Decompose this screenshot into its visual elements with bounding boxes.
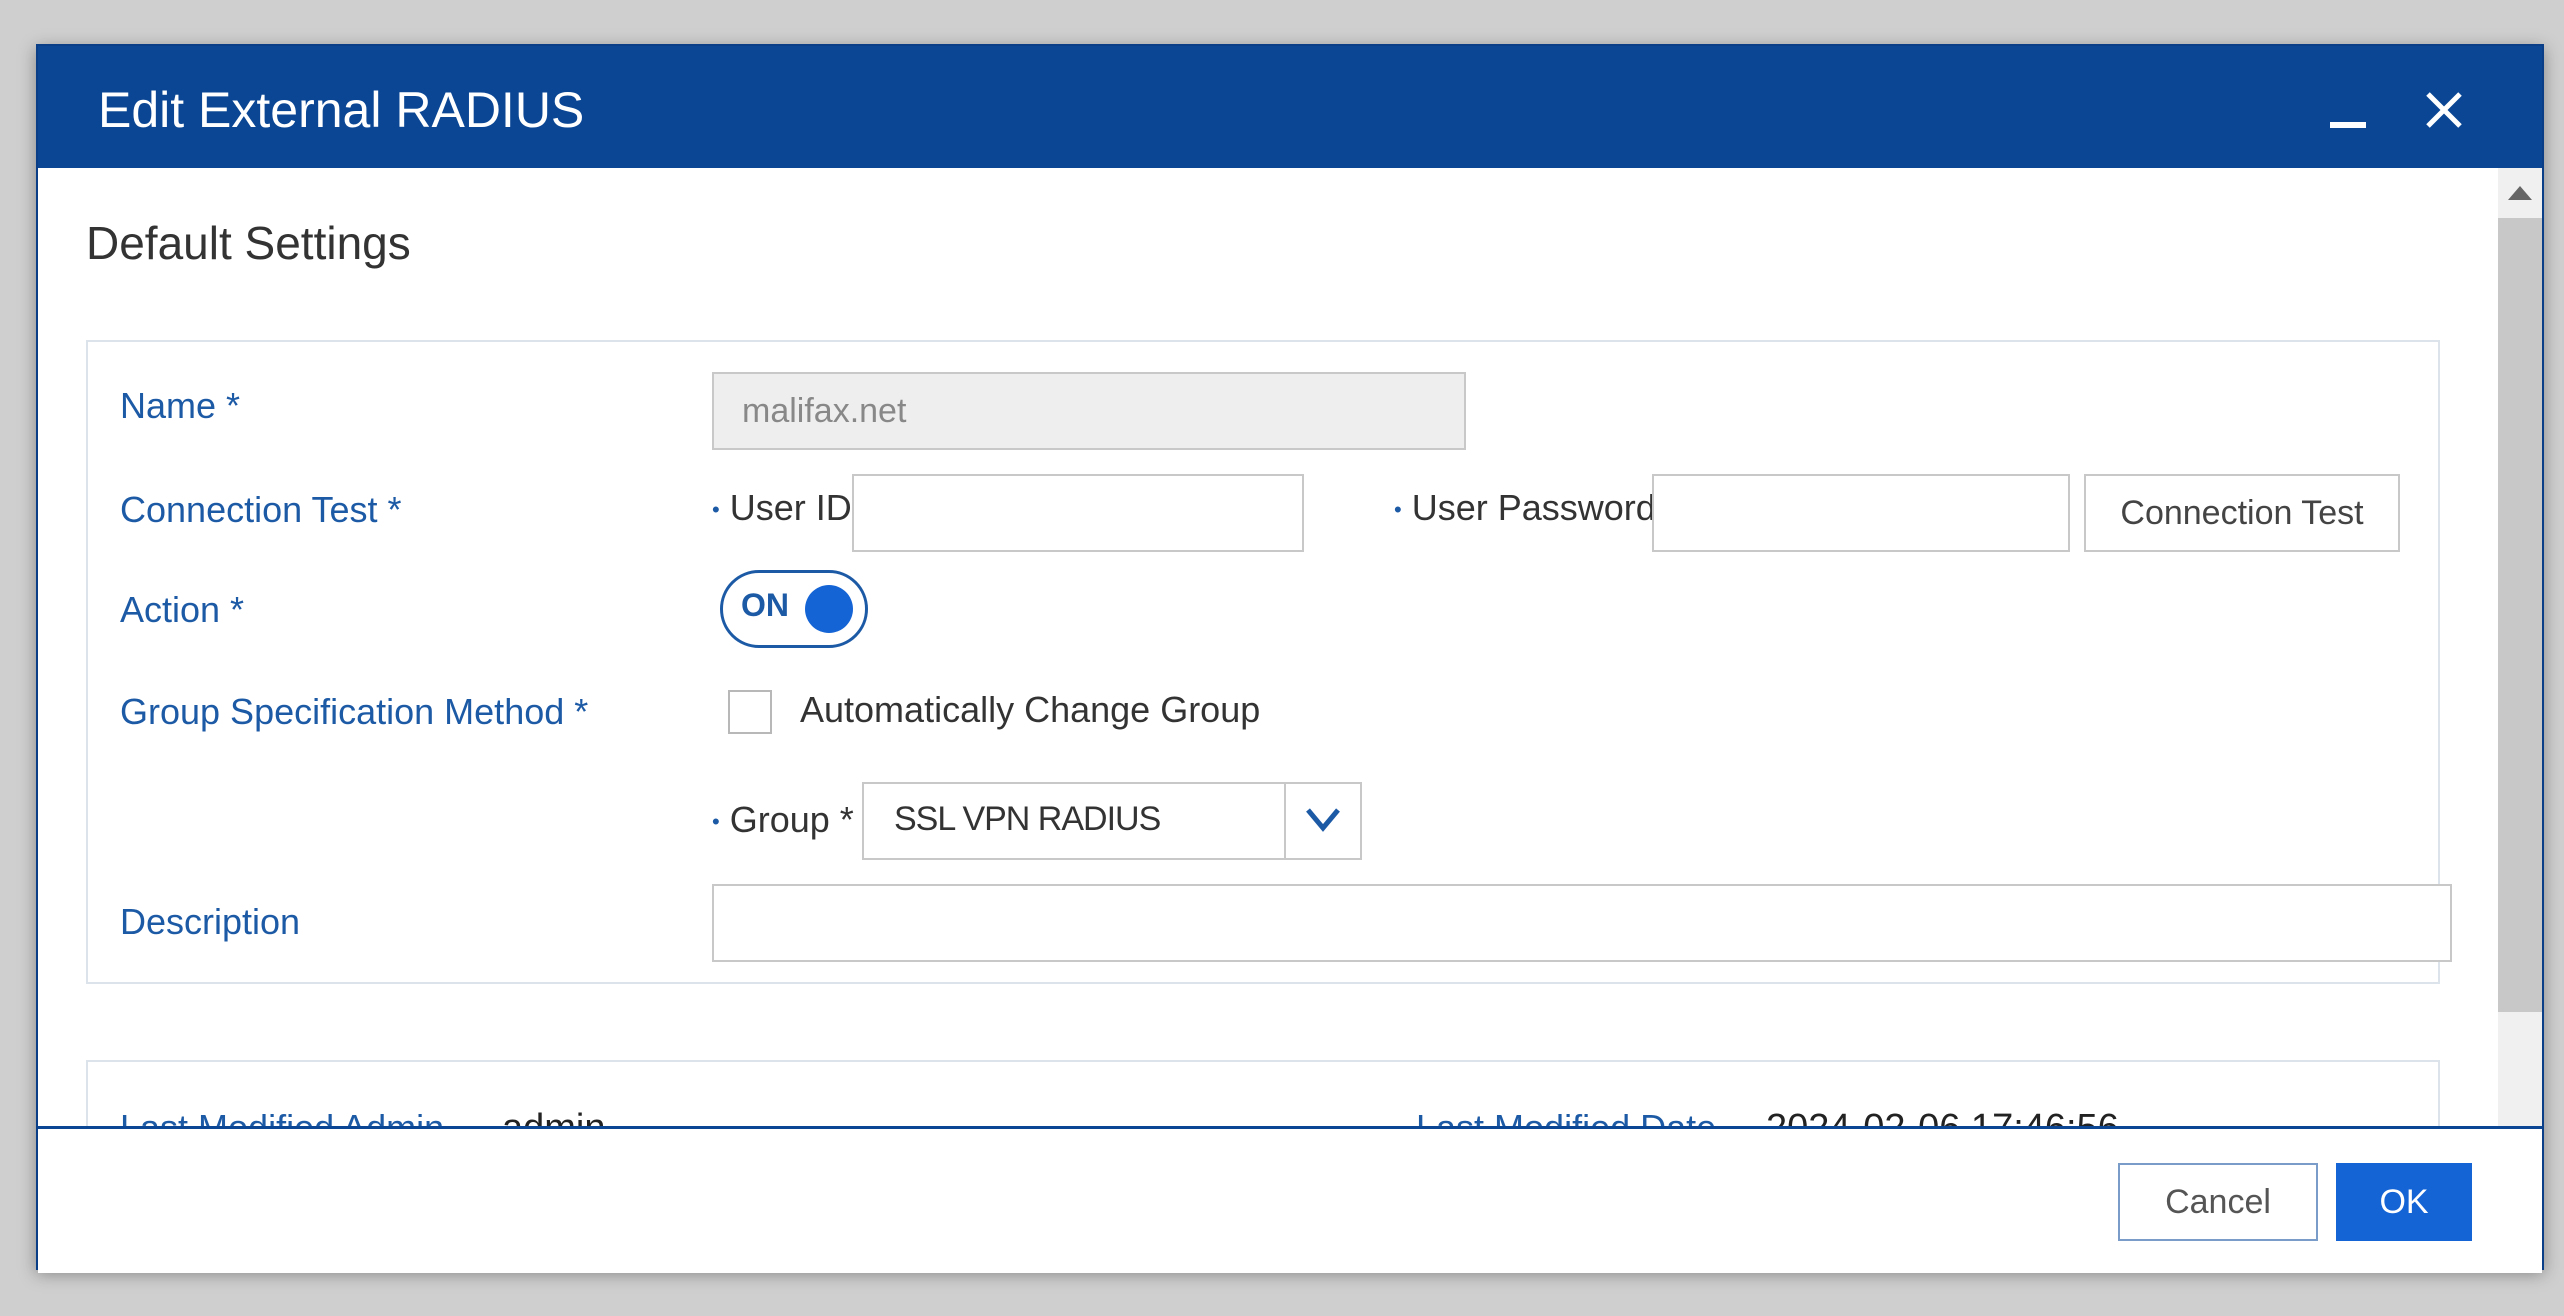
dialog-titlebar: Edit External RADIUS — [38, 46, 2542, 168]
bullet-icon: • — [712, 809, 720, 835]
bullet-icon: • — [712, 497, 720, 523]
group-select[interactable]: SSL VPN RADIUS — [862, 782, 1362, 860]
name-field[interactable] — [712, 372, 1466, 450]
dialog-body: Default Settings Name * Connection Test … — [38, 168, 2498, 1168]
group-sublabel: • Group * — [712, 798, 854, 844]
chevron-down-icon — [1306, 808, 1340, 832]
dialog-title: Edit External RADIUS — [98, 82, 585, 138]
scrollbar-thumb[interactable] — [2498, 218, 2542, 1012]
ok-button[interactable]: OK — [2336, 1163, 2472, 1241]
minimize-button[interactable] — [2318, 80, 2378, 140]
connection-test-button[interactable]: Connection Test — [2084, 474, 2400, 552]
section-title: Default Settings — [86, 217, 411, 269]
toggle-knob — [805, 585, 853, 633]
close-button[interactable] — [2414, 80, 2474, 140]
vertical-scrollbar[interactable] — [2498, 168, 2542, 1168]
user-password-label: User Password — [1411, 487, 1656, 528]
user-id-sublabel: • User ID — [712, 486, 852, 532]
action-label: Action * — [120, 589, 245, 630]
auto-change-group-checkbox[interactable] — [728, 690, 772, 734]
connection-test-label: Connection Test * — [120, 489, 402, 530]
user-password-sublabel: • User Password — [1394, 486, 1656, 532]
group-label: Group * — [729, 799, 854, 840]
cancel-button[interactable]: Cancel — [2118, 1163, 2318, 1241]
group-dropdown-button[interactable] — [1284, 784, 1360, 858]
group-selected-value: SSL VPN RADIUS — [894, 800, 1161, 838]
group-method-label: Group Specification Method * — [120, 691, 589, 732]
user-password-field[interactable] — [1652, 474, 2070, 552]
dialog-footer: Cancel OK — [38, 1126, 2542, 1273]
description-field[interactable] — [712, 884, 2452, 962]
name-label: Name * — [120, 385, 241, 426]
minimize-icon — [2330, 122, 2366, 128]
description-label: Description — [120, 901, 301, 942]
close-icon — [2426, 92, 2462, 128]
user-id-label: User ID — [729, 487, 852, 528]
bullet-icon: • — [1394, 497, 1402, 523]
toggle-state-text: ON — [741, 587, 789, 623]
edit-external-radius-dialog: Edit External RADIUS Default Settings Na… — [36, 44, 2544, 1273]
action-toggle[interactable]: ON — [720, 570, 868, 648]
user-id-field[interactable] — [852, 474, 1304, 552]
scroll-up-arrow-icon[interactable] — [2508, 186, 2532, 200]
default-settings-panel: Name * Connection Test * • User ID • User … — [86, 340, 2452, 984]
auto-change-group-label[interactable]: Automatically Change Group — [800, 688, 1260, 732]
